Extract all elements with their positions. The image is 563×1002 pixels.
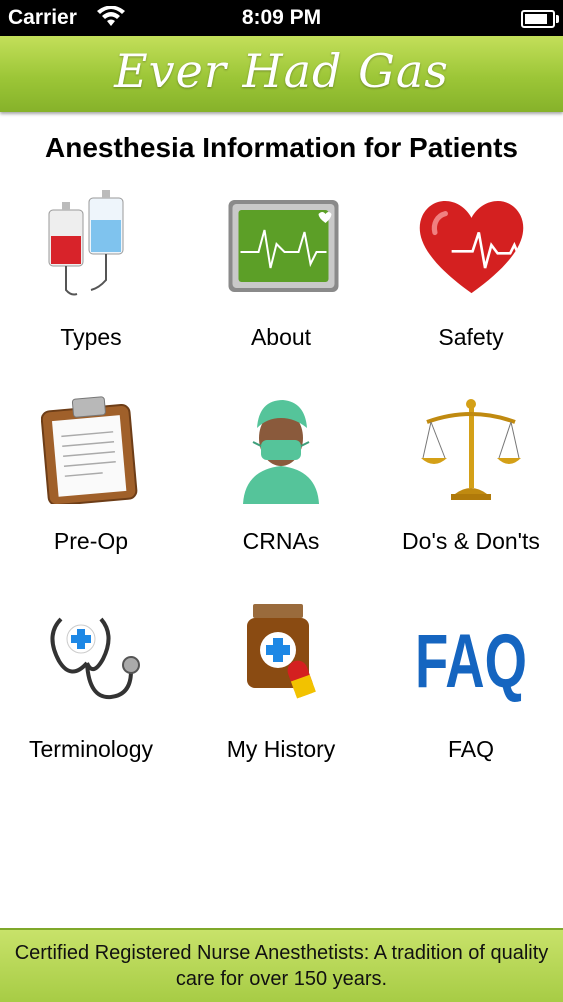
menu-item-pre-op[interactable]: Pre-Op [0,394,186,574]
footer-bar: Certified Registered Nurse Anesthetists:… [0,928,563,1002]
svg-text:FAQ: FAQ [415,619,527,704]
menu-label-crnas: CRNAs [242,528,320,554]
menu-label-faq: FAQ [447,736,494,762]
clipboard-icon [41,396,138,504]
menu-item-dos-donts[interactable]: Do's & Don'ts [376,394,563,574]
battery-icon [521,10,559,28]
menu-label-pre-op: Pre-Op [53,528,129,554]
stethoscope-icon [50,617,140,700]
nurse-anesthetist-icon [243,400,319,504]
menu-label-types: Types [60,324,122,350]
medicine-bottle-icon [247,604,316,699]
heart-monitor-icon [228,200,339,292]
app-logo: Ever Had Gas [114,44,449,98]
clock: 8:09 PM [241,6,322,29]
heart-pulse-icon [419,201,529,294]
menu-item-about[interactable]: About [186,190,376,370]
menu-label-dos-donts: Do's & Don'ts [402,528,540,554]
menu-label-my-history: My History [226,736,336,762]
menu-item-types[interactable]: Types [0,190,186,370]
page-title: Anesthesia Information for Patients [45,132,518,163]
iv-bags-icon [48,190,124,296]
footer-tagline: Certified Registered Nurse Anesthetists:… [14,942,549,990]
menu-item-faq[interactable]: FAQ FAQ [376,602,563,782]
menu-item-my-history[interactable]: My History [186,602,376,782]
status-bar: Carrier 8:09 PM [0,0,563,36]
header-bar: Ever Had Gas [0,36,563,112]
menu-label-safety: Safety [438,324,504,350]
menu-label-about: About [250,324,312,350]
menu-item-terminology[interactable]: Terminology [0,602,186,782]
menu-item-safety[interactable]: Safety [376,190,563,370]
scales-icon [421,399,521,500]
faq-icon: FAQ [415,619,527,704]
menu-label-terminology: Terminology [29,736,153,762]
menu-item-crnas[interactable]: CRNAs [186,394,376,574]
